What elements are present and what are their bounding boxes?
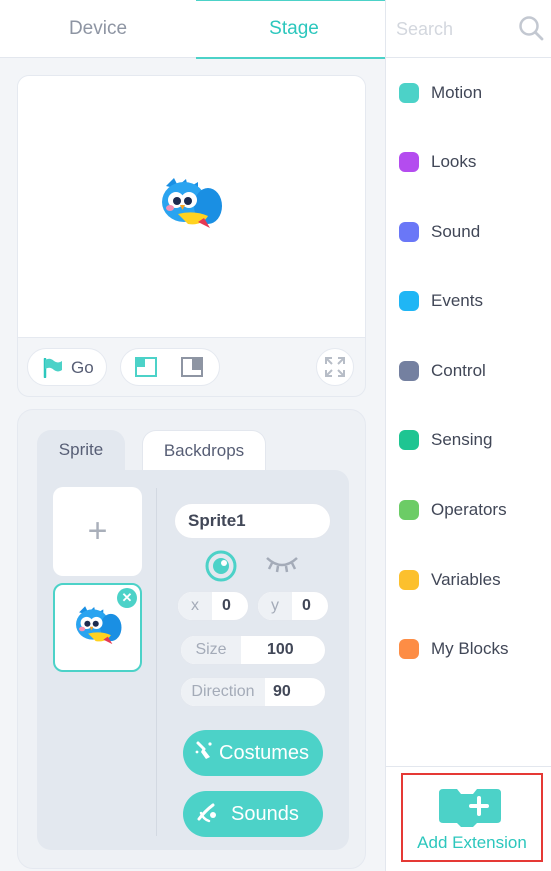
x-label: x bbox=[178, 592, 212, 620]
size-value: 100 bbox=[267, 641, 294, 658]
sprite-panel: Sprite Backdrops + ✕ Sprite1 x 0 y 0 Siz… bbox=[17, 409, 366, 869]
category-color-dot bbox=[399, 83, 419, 103]
add-extension-label: Add Extension bbox=[417, 833, 527, 852]
sound-icon bbox=[197, 803, 216, 823]
y-value: 0 bbox=[302, 597, 311, 614]
category-my-blocks[interactable]: My Blocks bbox=[386, 630, 551, 670]
category-color-dot bbox=[399, 222, 419, 242]
category-label: My Blocks bbox=[431, 639, 509, 658]
search-bar[interactable]: Search bbox=[386, 0, 551, 58]
tab-sprite[interactable]: Sprite bbox=[37, 430, 125, 470]
costume-brush-icon bbox=[195, 741, 212, 759]
sounds-label: Sounds bbox=[231, 803, 299, 825]
category-label: Looks bbox=[431, 152, 477, 171]
go-button[interactable]: Go bbox=[27, 348, 107, 386]
add-extension-button[interactable]: Add Extension bbox=[401, 773, 543, 862]
category-color-dot bbox=[399, 152, 419, 172]
sprite-thumbnail[interactable]: ✕ bbox=[53, 583, 142, 672]
y-field[interactable]: y 0 bbox=[257, 591, 329, 621]
category-events[interactable]: Events bbox=[386, 282, 551, 322]
costumes-label: Costumes bbox=[219, 742, 310, 764]
stage-layout-toggle bbox=[120, 348, 220, 386]
stage-card: Go bbox=[17, 75, 366, 397]
plus-icon: + bbox=[87, 512, 108, 550]
direction-value: 90 bbox=[273, 683, 291, 700]
delete-sprite-icon[interactable]: ✕ bbox=[117, 588, 137, 608]
sprite-name-field[interactable]: Sprite1 bbox=[174, 503, 331, 539]
tab-device[interactable]: Device bbox=[0, 0, 196, 58]
category-looks[interactable]: Looks bbox=[386, 143, 551, 183]
small-stage-layout-icon[interactable] bbox=[135, 357, 157, 377]
category-label: Sound bbox=[431, 222, 481, 241]
tab-backdrops[interactable]: Backdrops bbox=[142, 430, 266, 470]
y-label: y bbox=[258, 592, 292, 620]
direction-label: Direction bbox=[181, 678, 265, 706]
left-panel: Device Stage Go Sprite Backdrops + ✕ Spr… bbox=[0, 0, 392, 871]
direction-field[interactable]: Direction 90 bbox=[180, 677, 326, 707]
category-color-dot bbox=[399, 430, 419, 450]
sprite-bird-thumbnail bbox=[76, 606, 122, 645]
category-color-dot bbox=[399, 639, 419, 659]
costumes-button[interactable]: Costumes bbox=[183, 730, 323, 776]
sprite-area: + ✕ Sprite1 x 0 y 0 Size 100 Direction 9… bbox=[37, 470, 349, 850]
category-color-dot bbox=[399, 500, 419, 520]
category-control[interactable]: Control bbox=[386, 352, 551, 392]
divider bbox=[156, 488, 157, 836]
category-operators[interactable]: Operators bbox=[386, 491, 551, 531]
category-label: Events bbox=[431, 291, 483, 310]
category-color-dot bbox=[399, 361, 419, 381]
category-label: Operators bbox=[431, 500, 507, 519]
add-sprite-button[interactable]: + bbox=[53, 487, 142, 576]
category-label: Variables bbox=[431, 570, 501, 589]
fullscreen-button[interactable] bbox=[316, 348, 354, 386]
divider bbox=[386, 766, 551, 767]
category-label: Sensing bbox=[431, 430, 493, 449]
category-color-dot bbox=[399, 291, 419, 311]
x-value: 0 bbox=[222, 597, 231, 614]
category-label: Motion bbox=[431, 83, 483, 102]
device-stage-tabs: Device Stage bbox=[0, 0, 392, 59]
category-label: Control bbox=[431, 361, 486, 380]
large-stage-layout-icon[interactable] bbox=[181, 357, 203, 377]
category-sound[interactable]: Sound bbox=[386, 213, 551, 253]
fullscreen-icon bbox=[325, 357, 345, 377]
sounds-button[interactable]: Sounds bbox=[183, 791, 323, 837]
eye-show-icon[interactable] bbox=[205, 550, 237, 582]
category-motion[interactable]: Motion bbox=[386, 74, 551, 114]
go-label: Go bbox=[71, 358, 94, 377]
eye-hide-icon[interactable] bbox=[265, 552, 299, 576]
green-flag-icon bbox=[43, 358, 62, 378]
category-color-dot bbox=[399, 570, 419, 590]
search-icon[interactable] bbox=[518, 15, 544, 41]
size-label: Size bbox=[181, 636, 241, 664]
tab-stage[interactable]: Stage bbox=[196, 0, 392, 59]
size-field[interactable]: Size 100 bbox=[180, 635, 326, 665]
stage-canvas[interactable] bbox=[18, 76, 365, 338]
x-field[interactable]: x 0 bbox=[177, 591, 249, 621]
sprite-bird-on-stage[interactable] bbox=[158, 176, 224, 232]
add-extension-icon bbox=[439, 789, 501, 827]
search-input[interactable]: Search bbox=[396, 0, 453, 58]
category-variables[interactable]: Variables bbox=[386, 561, 551, 601]
block-palette: Search Motion Looks Sound Events Control Sens… bbox=[385, 0, 551, 871]
category-sensing[interactable]: Sensing bbox=[386, 421, 551, 461]
